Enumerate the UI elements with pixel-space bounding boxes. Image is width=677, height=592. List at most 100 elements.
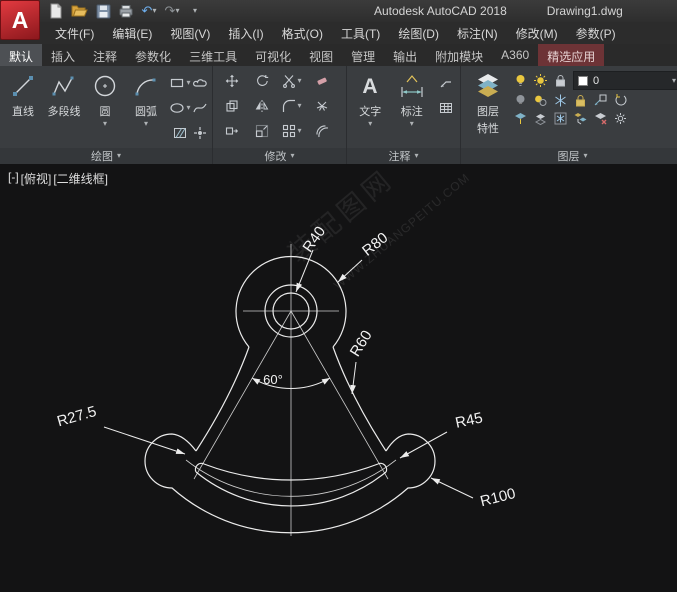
copy-tool-button[interactable] (225, 99, 239, 113)
rectangle-tool-button[interactable]: ▾ (169, 75, 190, 91)
text-tool-button[interactable]: A 文字 ▾ (350, 70, 391, 148)
circle-tool-label: 圆 (100, 103, 111, 119)
tab-home[interactable]: 默认 (0, 44, 42, 66)
revcloud-tool-button[interactable] (192, 75, 208, 91)
view-control[interactable]: [俯视] (21, 170, 52, 187)
array-tool-button[interactable]: ▾ (282, 124, 301, 138)
undo-dropdown-icon[interactable]: ▾ (152, 7, 156, 15)
undo-button[interactable]: ↶ ▾ (141, 2, 157, 20)
application-menu-button[interactable]: A (0, 0, 40, 40)
ellipse-tool-button[interactable]: ▾ (169, 100, 190, 116)
layer-isolate-button[interactable] (533, 93, 548, 108)
layers-panel-footer[interactable]: 图层 ▾ (461, 148, 677, 164)
menu-parametric[interactable]: 参数(P) (567, 22, 625, 45)
menu-tools[interactable]: 工具(T) (332, 22, 389, 45)
arc-dropdown-icon[interactable]: ▾ (144, 120, 148, 128)
point-tool-button[interactable] (192, 125, 208, 141)
layer-lock-button[interactable] (573, 93, 588, 108)
scale-tool-button[interactable] (255, 124, 269, 138)
menu-insert[interactable]: 插入(I) (219, 22, 272, 45)
layer-delete-button[interactable] (593, 111, 608, 126)
mirror-tool-button[interactable] (255, 99, 269, 113)
layer-properties-label-1: 图层 (477, 103, 499, 119)
open-file-button[interactable] (71, 2, 88, 20)
move-tool-button[interactable] (225, 74, 239, 88)
layer-settings-button[interactable] (613, 111, 628, 126)
menu-file[interactable]: 文件(F) (46, 22, 103, 45)
tab-parametric[interactable]: 参数化 (126, 44, 180, 66)
layer-off-button[interactable] (513, 93, 528, 108)
layer-freeze-isolate-button[interactable] (553, 111, 568, 126)
layer-properties-button[interactable]: 图层 特性 (464, 70, 512, 148)
menu-format[interactable]: 格式(O) (273, 22, 332, 45)
menu-dimension[interactable]: 标注(N) (448, 22, 507, 45)
trim-dropdown-icon[interactable]: ▾ (297, 77, 301, 85)
viewport-menu-control[interactable]: [-] (8, 170, 19, 187)
rectangle-dropdown-icon[interactable]: ▾ (186, 79, 190, 87)
hatch-tool-button[interactable] (172, 125, 188, 141)
tab-view[interactable]: 视图 (300, 44, 342, 66)
circle-tool-button[interactable]: 圆 ▾ (85, 70, 125, 148)
arc-tool-button[interactable]: 圆弧 ▾ (126, 70, 166, 148)
polyline-tool-button[interactable]: 多段线 (44, 70, 84, 148)
ellipse-dropdown-icon[interactable]: ▾ (186, 104, 190, 112)
tab-featured-apps[interactable]: 精选应用 (538, 44, 604, 66)
circle-dropdown-icon[interactable]: ▾ (103, 120, 107, 128)
tab-insert[interactable]: 插入 (42, 44, 84, 66)
modify-panel-footer[interactable]: 修改 ▾ (213, 148, 346, 164)
tab-manage[interactable]: 管理 (342, 44, 384, 66)
explode-tool-button[interactable] (315, 99, 329, 113)
visual-style-control[interactable]: [二维线框] (53, 170, 108, 187)
qat-customize-button[interactable]: ▾ (187, 2, 203, 20)
drawing-canvas[interactable]: 装配图网 WWW.ZHUANGPEITU.COM (0, 164, 677, 592)
layer-thaw-button[interactable] (533, 73, 548, 88)
dimension-dropdown-icon[interactable]: ▾ (410, 120, 414, 128)
text-dropdown-icon[interactable]: ▾ (368, 120, 372, 128)
menu-edit[interactable]: 编辑(E) (103, 22, 161, 45)
draw-panel-footer[interactable]: 绘图 ▾ (0, 148, 212, 164)
offset-tool-button[interactable] (315, 124, 329, 138)
rotate-tool-button[interactable] (255, 74, 269, 88)
tab-addins[interactable]: 附加模块 (426, 44, 492, 66)
tab-output[interactable]: 输出 (384, 44, 426, 66)
dimension-labels: R40 R80 R60 R27.5 R45 R100 60° (55, 223, 517, 510)
layer-freeze-button[interactable] (553, 93, 568, 108)
fillet-dropdown-icon[interactable]: ▾ (297, 102, 301, 110)
fillet-tool-button[interactable]: ▾ (282, 99, 301, 113)
layer-merge-button[interactable] (573, 111, 588, 126)
stretch-tool-button[interactable] (225, 124, 239, 138)
plot-button[interactable] (118, 2, 134, 20)
tab-3d-tools[interactable]: 三维工具 (180, 44, 246, 66)
layer-match-button[interactable] (593, 93, 608, 108)
tab-visualize[interactable]: 可视化 (246, 44, 300, 66)
layer-unlock-button[interactable] (553, 73, 568, 88)
trim-tool-button[interactable]: ▾ (282, 74, 301, 88)
annotate-panel-footer[interactable]: 注释 ▾ (347, 148, 460, 164)
menu-view[interactable]: 视图(V) (161, 22, 219, 45)
menu-draw[interactable]: 绘图(D) (389, 22, 448, 45)
redo-dropdown-icon[interactable]: ▾ (175, 7, 179, 15)
offset-icon (315, 124, 329, 138)
dimension-tool-button[interactable]: 标注 ▾ (392, 70, 433, 148)
leader-tool-button[interactable] (438, 75, 454, 91)
array-dropdown-icon[interactable]: ▾ (297, 127, 301, 135)
layer-delete-icon (593, 111, 608, 126)
erase-tool-button[interactable] (315, 74, 329, 88)
layer-make-current-button[interactable] (513, 111, 528, 126)
model-space[interactable]: [-] [俯视] [二维线框] 装配图网 WWW.ZHUANGPEITU.COM (0, 164, 677, 592)
tab-a360[interactable]: A360 (492, 44, 538, 66)
new-file-button[interactable] (48, 2, 64, 20)
menu-modify[interactable]: 修改(M) (507, 22, 567, 45)
table-tool-button[interactable] (438, 100, 454, 116)
spline-tool-button[interactable] (192, 100, 208, 116)
layer-on-button[interactable] (513, 73, 528, 88)
qat-customize-icon: ▾ (193, 7, 197, 15)
layer-previous-button[interactable] (613, 93, 628, 108)
layer-walk-button[interactable] (533, 111, 548, 126)
redo-button[interactable]: ↷ ▾ (164, 2, 180, 20)
save-button[interactable] (95, 2, 111, 20)
fillet-icon (282, 99, 296, 113)
line-tool-button[interactable]: 直线 (3, 70, 43, 148)
tab-annotate[interactable]: 注释 (84, 44, 126, 66)
layer-select[interactable]: 0 ▾ (573, 71, 677, 90)
